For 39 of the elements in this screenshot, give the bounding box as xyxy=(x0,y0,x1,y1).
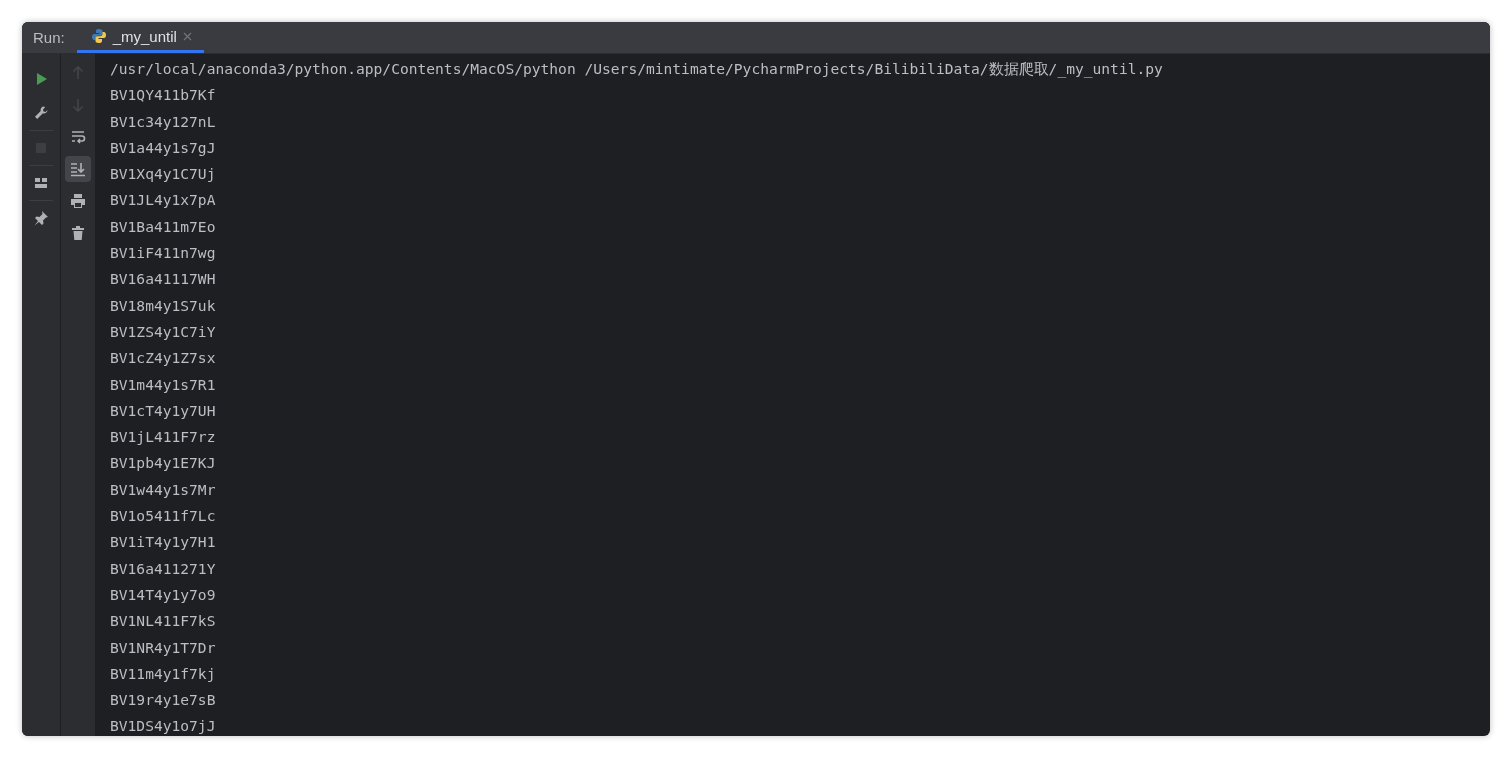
soft-wrap-icon xyxy=(70,129,86,145)
trash-icon xyxy=(70,225,86,241)
print-icon xyxy=(70,193,86,209)
python-icon xyxy=(90,28,107,44)
console-line: BV1ZS4y1C7iY xyxy=(110,321,217,342)
console-line: BV16a41117WH xyxy=(110,269,217,290)
console-line: BV1w44y1s7Mr xyxy=(110,479,217,500)
panel-label: Run: xyxy=(32,28,66,48)
console-line: BV14T4y1y7o9 xyxy=(110,584,217,605)
layout-icon xyxy=(33,175,49,191)
console-line: BV18m4y1S7uk xyxy=(110,295,217,316)
scroll-to-end-icon xyxy=(70,161,86,177)
console-line: BV1cT4y1y7UH xyxy=(110,400,217,421)
console-line: BV1c34y127nL xyxy=(110,111,217,132)
console-line: BV1NR4y1T7Dr xyxy=(110,637,217,658)
console-line: BV16a411271Y xyxy=(110,558,217,579)
console-line: BV1Xq4y1C7Uj xyxy=(110,164,217,185)
console-line: BV1QY411b7Kf xyxy=(110,85,217,106)
console-line: BV1a44y1s7gJ xyxy=(110,137,217,158)
console-line: BV1JL4y1x7pA xyxy=(110,190,217,211)
console-line: BV1iT4y1y7H1 xyxy=(110,532,217,553)
console-line: BV1cZ4y1Z7sx xyxy=(110,348,217,369)
console-line: BV1Ba411m7Eo xyxy=(110,216,217,237)
console-line: BV1iF411n7wg xyxy=(110,243,217,264)
up-arrow-icon xyxy=(70,65,86,81)
console-line: BV1jL411F7rz xyxy=(110,427,217,448)
console-line: BV19r4y1e7sB xyxy=(110,690,217,711)
console-line: BV1m44y1s7R1 xyxy=(110,374,217,395)
pin-icon xyxy=(33,210,49,226)
console-line: BV1DS4y1o7jJ xyxy=(110,716,217,736)
toolbar-button[interactable] xyxy=(65,156,91,182)
console-line: BV1pb4y1E7KJ xyxy=(110,453,217,474)
console-line: BV1NL411F7kS xyxy=(110,611,217,632)
wrench-icon xyxy=(33,105,49,121)
console-line: /usr/local/anaconda3/python.app/Contents/MacOS/python /Users/mintimate/PycharmProjects/BilibiliData/数据爬取/_my_until.py xyxy=(110,59,1164,80)
down-arrow-icon xyxy=(70,97,86,113)
console-line: BV1o5411f7Lc xyxy=(110,506,217,527)
run-tab[interactable]: _my_until xyxy=(76,22,204,53)
console-line: BV11m4y1f7kj xyxy=(110,663,217,684)
